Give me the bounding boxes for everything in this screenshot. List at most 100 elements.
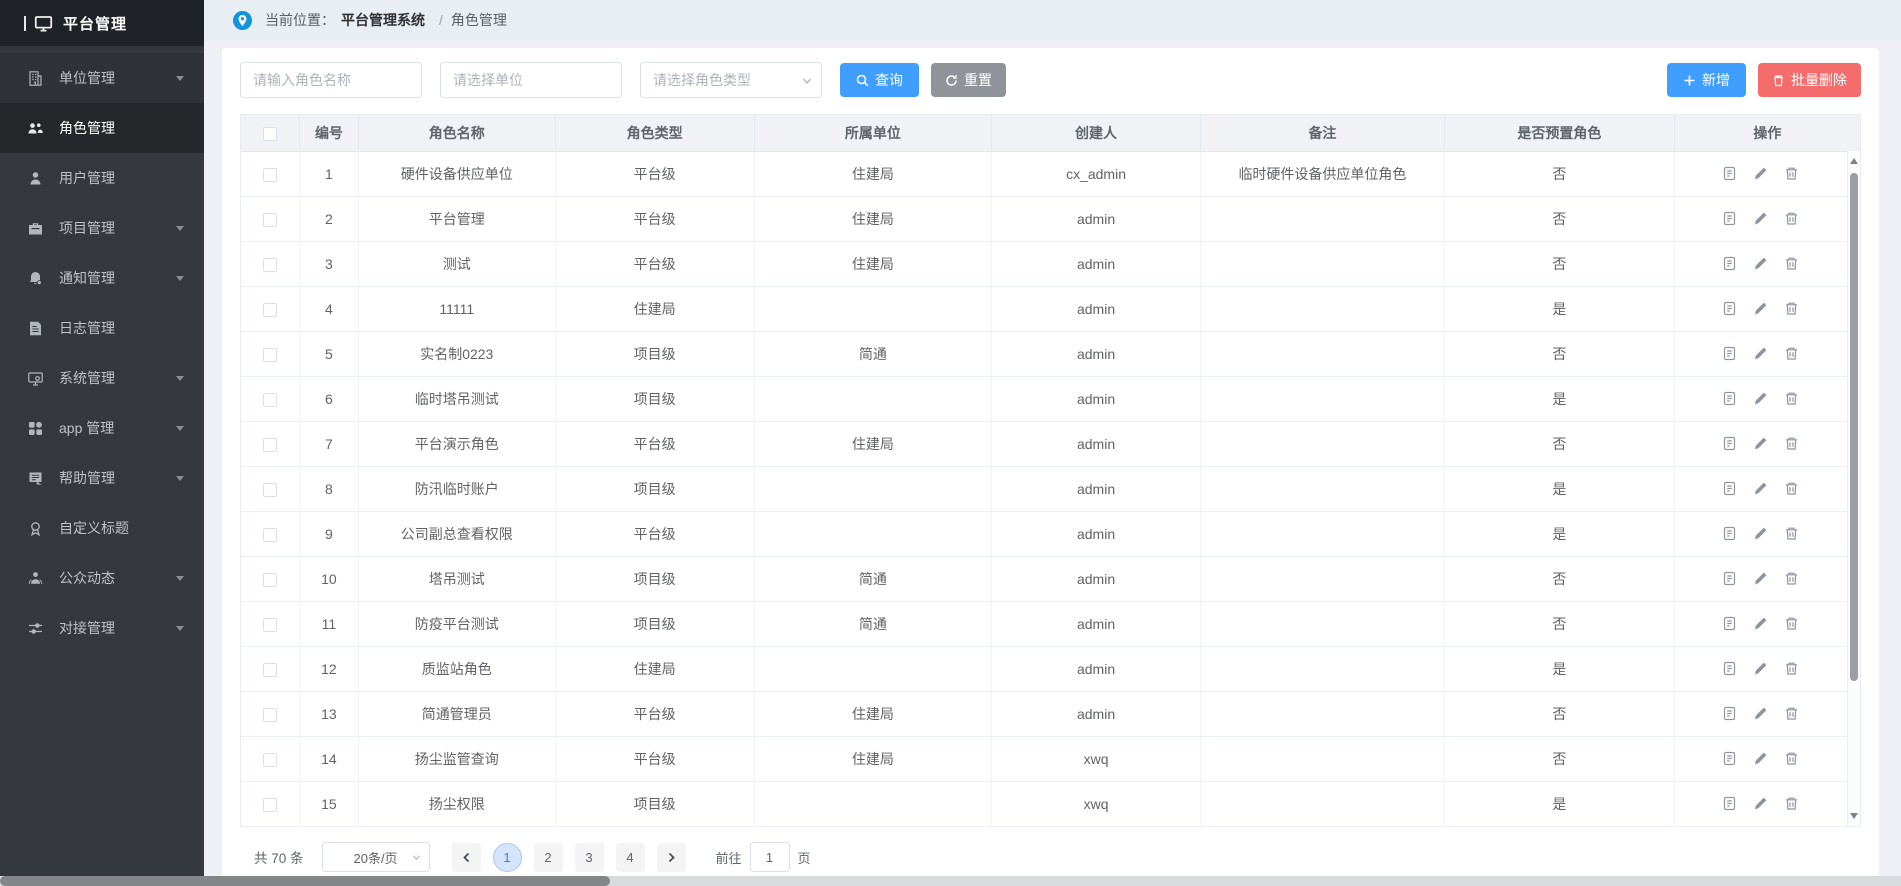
- row-checkbox[interactable]: [263, 798, 277, 812]
- sidebar-item-单位管理[interactable]: 单位管理: [0, 53, 204, 103]
- sidebar-item-角色管理[interactable]: 角色管理: [0, 103, 204, 153]
- edit-icon[interactable]: [1753, 796, 1768, 811]
- edit-icon[interactable]: [1753, 211, 1768, 226]
- edit-icon[interactable]: [1753, 436, 1768, 451]
- horizontal-scrollbar[interactable]: [0, 876, 1901, 886]
- page-number-button[interactable]: 3: [575, 843, 604, 872]
- scrollbar-thumb[interactable]: [1850, 173, 1858, 681]
- delete-icon[interactable]: [1784, 166, 1799, 181]
- page-number-button[interactable]: 4: [616, 843, 645, 872]
- sidebar-item-通知管理[interactable]: 通知管理: [0, 253, 204, 303]
- row-checkbox[interactable]: [263, 168, 277, 182]
- detail-icon[interactable]: [1722, 661, 1737, 676]
- role-name-input[interactable]: [240, 62, 422, 98]
- row-checkbox[interactable]: [263, 213, 277, 227]
- delete-icon[interactable]: [1784, 481, 1799, 496]
- sidebar-item-项目管理[interactable]: 项目管理: [0, 203, 204, 253]
- delete-icon[interactable]: [1784, 796, 1799, 811]
- detail-icon[interactable]: [1722, 571, 1737, 586]
- table-vertical-scrollbar[interactable]: [1847, 151, 1860, 826]
- row-checkbox[interactable]: [263, 753, 277, 767]
- detail-icon[interactable]: [1722, 166, 1737, 181]
- role-type-select-placeholder: 请选择角色类型: [653, 70, 751, 90]
- row-checkbox[interactable]: [263, 483, 277, 497]
- detail-icon[interactable]: [1722, 706, 1737, 721]
- detail-icon[interactable]: [1722, 751, 1737, 766]
- scroll-up-arrow-icon[interactable]: [1850, 158, 1858, 164]
- delete-icon[interactable]: [1784, 256, 1799, 271]
- delete-icon[interactable]: [1784, 706, 1799, 721]
- search-button[interactable]: 查询: [840, 63, 919, 97]
- cell-role-name: 塔吊测试: [358, 556, 555, 601]
- next-page-button[interactable]: [657, 843, 686, 872]
- row-checkbox[interactable]: [263, 303, 277, 317]
- delete-icon[interactable]: [1784, 211, 1799, 226]
- delete-icon[interactable]: [1784, 301, 1799, 316]
- row-checkbox[interactable]: [263, 708, 277, 722]
- add-button[interactable]: 新增: [1667, 63, 1746, 97]
- row-checkbox[interactable]: [263, 393, 277, 407]
- sidebar-item-日志管理[interactable]: 日志管理: [0, 303, 204, 353]
- row-checkbox[interactable]: [263, 258, 277, 272]
- delete-icon[interactable]: [1784, 571, 1799, 586]
- detail-icon[interactable]: [1722, 391, 1737, 406]
- scroll-down-arrow-icon[interactable]: [1850, 813, 1858, 819]
- edit-icon[interactable]: [1753, 751, 1768, 766]
- sidebar-item-公众动态[interactable]: 公众动态: [0, 553, 204, 603]
- detail-icon[interactable]: [1722, 481, 1737, 496]
- role-type-select[interactable]: 请选择角色类型: [640, 62, 822, 98]
- delete-icon[interactable]: [1784, 526, 1799, 541]
- row-checkbox[interactable]: [263, 528, 277, 542]
- detail-icon[interactable]: [1722, 436, 1737, 451]
- sidebar-item-对接管理[interactable]: 对接管理: [0, 603, 204, 653]
- detail-icon[interactable]: [1722, 211, 1737, 226]
- prev-page-button[interactable]: [452, 843, 481, 872]
- delete-icon[interactable]: [1784, 661, 1799, 676]
- sidebar-item-用户管理[interactable]: 用户管理: [0, 153, 204, 203]
- cell-index: 2: [300, 196, 359, 241]
- delete-icon[interactable]: [1784, 616, 1799, 631]
- page-size-select[interactable]: 20条/页: [322, 842, 430, 872]
- edit-icon[interactable]: [1753, 346, 1768, 361]
- sidebar-item-app 管理[interactable]: app 管理: [0, 403, 204, 453]
- horizontal-scrollbar-thumb[interactable]: [0, 876, 610, 886]
- edit-icon[interactable]: [1753, 166, 1768, 181]
- row-checkbox[interactable]: [263, 618, 277, 632]
- breadcrumb-root[interactable]: 平台管理系统: [341, 10, 425, 30]
- edit-icon[interactable]: [1753, 256, 1768, 271]
- row-checkbox[interactable]: [263, 573, 277, 587]
- page-number-button[interactable]: 2: [534, 843, 563, 872]
- detail-icon[interactable]: [1722, 256, 1737, 271]
- reset-button[interactable]: 重置: [931, 63, 1006, 97]
- page-number-button[interactable]: 1: [493, 843, 522, 872]
- detail-icon[interactable]: [1722, 346, 1737, 361]
- cell-unit: 住建局: [754, 736, 992, 781]
- goto-page-input[interactable]: [750, 842, 790, 872]
- detail-icon[interactable]: [1722, 301, 1737, 316]
- edit-icon[interactable]: [1753, 616, 1768, 631]
- edit-icon[interactable]: [1753, 391, 1768, 406]
- detail-icon[interactable]: [1722, 526, 1737, 541]
- edit-icon[interactable]: [1753, 661, 1768, 676]
- edit-icon[interactable]: [1753, 526, 1768, 541]
- edit-icon[interactable]: [1753, 301, 1768, 316]
- sidebar-item-系统管理[interactable]: 系统管理: [0, 353, 204, 403]
- edit-icon[interactable]: [1753, 571, 1768, 586]
- detail-icon[interactable]: [1722, 796, 1737, 811]
- sidebar-item-帮助管理[interactable]: 帮助管理: [0, 453, 204, 503]
- unit-input[interactable]: [440, 62, 622, 98]
- detail-icon[interactable]: [1722, 616, 1737, 631]
- row-checkbox[interactable]: [263, 663, 277, 677]
- select-all-checkbox[interactable]: [263, 127, 277, 141]
- delete-icon[interactable]: [1784, 346, 1799, 361]
- delete-icon[interactable]: [1784, 436, 1799, 451]
- delete-icon[interactable]: [1784, 391, 1799, 406]
- sidebar-item-自定义标题[interactable]: 自定义标题: [0, 503, 204, 553]
- edit-icon[interactable]: [1753, 481, 1768, 496]
- cell-creator: admin: [992, 286, 1200, 331]
- batch-delete-button[interactable]: 批量删除: [1758, 63, 1861, 97]
- row-checkbox[interactable]: [263, 348, 277, 362]
- row-checkbox[interactable]: [263, 438, 277, 452]
- delete-icon[interactable]: [1784, 751, 1799, 766]
- edit-icon[interactable]: [1753, 706, 1768, 721]
